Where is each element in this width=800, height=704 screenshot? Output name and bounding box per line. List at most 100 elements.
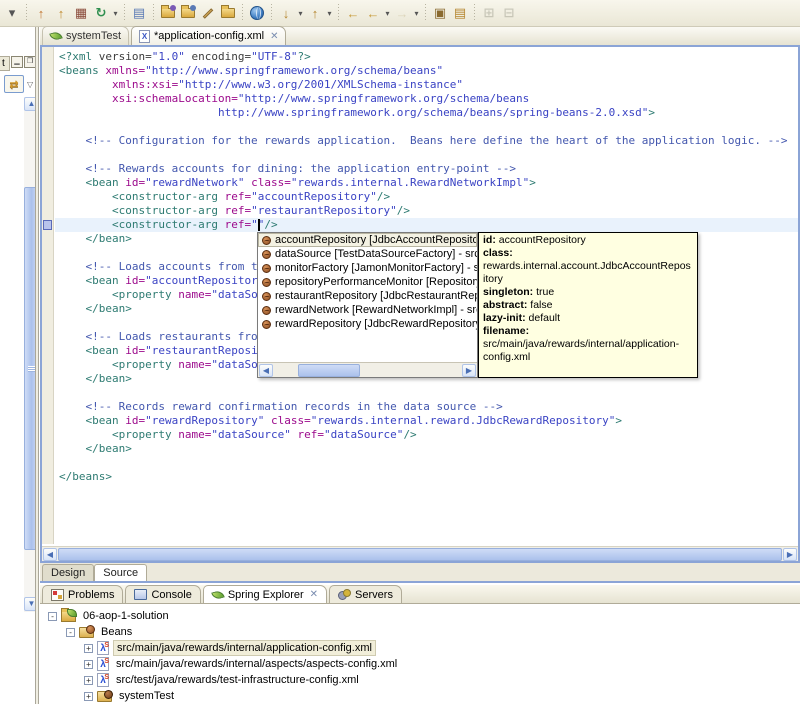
code-line[interactable]: <?xml version="1.0" encoding="UTF-8"?> xyxy=(59,50,798,64)
view-sash[interactable] xyxy=(35,27,39,704)
toolbar-overflow-chevron-icon[interactable]: ▾ xyxy=(2,3,22,23)
code-line[interactable]: <!-- Configuration for the rewards appli… xyxy=(59,134,798,148)
scroll-left-icon[interactable]: ◀ xyxy=(259,364,273,377)
tree-item-label[interactable]: 06-aop-1-solution xyxy=(80,609,172,623)
code-line[interactable] xyxy=(59,148,798,162)
edit-pencil-icon[interactable] xyxy=(198,3,218,23)
forward-dropdown-icon[interactable]: ▾ xyxy=(412,3,421,23)
toolbar-extra-1-icon[interactable]: ▣ xyxy=(430,3,450,23)
code-line[interactable] xyxy=(59,456,798,470)
sconfig-icon: λ xyxy=(97,639,109,655)
code-line[interactable]: xmlns:xsi="http://www.w3.org/2001/XMLSch… xyxy=(59,78,798,92)
new-package-icon[interactable]: ▦ xyxy=(71,3,91,23)
tree-item-label[interactable]: src/test/java/rewards/test-infrastructur… xyxy=(113,673,362,687)
code-segment: /> xyxy=(376,190,391,203)
tree-item-label[interactable]: src/main/java/rewards/internal/applicati… xyxy=(113,640,376,656)
view-tab-spring-explorer[interactable]: Spring Explorer ✕ xyxy=(202,585,328,603)
tree-item-label[interactable]: Beans xyxy=(98,625,135,639)
refresh-icon[interactable]: ↻ xyxy=(91,3,111,23)
code-line[interactable]: http://www.springframework.org/schema/be… xyxy=(59,106,798,120)
content-assist-item[interactable]: accountRepository [JdbcAccountRepository… xyxy=(258,233,477,247)
collapse-icon[interactable]: - xyxy=(48,611,57,621)
content-assist-item[interactable]: rewardNetwork [RewardNetworkImpl] - src/… xyxy=(258,303,477,317)
scroll-right-icon[interactable]: ▶ xyxy=(783,548,797,561)
tree-row[interactable]: + λ src/test/java/rewards/test-infrastruct… xyxy=(40,671,800,688)
collapse-all-icon[interactable]: ⊟ xyxy=(499,3,519,23)
tree-row[interactable]: - Beans xyxy=(40,624,800,640)
page-tab-design[interactable]: Design xyxy=(42,564,95,581)
import-folder-2-icon[interactable] xyxy=(178,3,198,23)
tree-row[interactable]: + systemTest xyxy=(40,688,800,704)
code-line[interactable]: xsi:schemaLocation="http://www.springfra… xyxy=(59,92,798,106)
view-tab-console[interactable]: Console xyxy=(125,585,201,603)
view-tab-problems[interactable]: Problems xyxy=(42,585,124,603)
forward-icon[interactable]: → xyxy=(392,3,412,23)
open-folder-icon[interactable] xyxy=(218,3,238,23)
editor-horizontal-scrollbar[interactable]: ◀ ▶ xyxy=(42,546,798,561)
page-tab-source[interactable]: Source xyxy=(94,564,148,581)
expand-icon[interactable]: + xyxy=(84,659,93,669)
tree-row[interactable]: + λ src/main/java/rewards/internal/aspects… xyxy=(40,655,800,672)
refresh-dropdown-icon[interactable]: ▾ xyxy=(111,3,120,23)
content-assist-item[interactable]: dataSource [TestDataSourceFactory] - src… xyxy=(258,247,477,261)
expand-icon[interactable]: + xyxy=(84,643,93,653)
back-dropdown-icon[interactable]: ▾ xyxy=(383,3,392,23)
view-tab-servers[interactable]: Servers xyxy=(329,585,402,603)
collapse-icon[interactable]: - xyxy=(66,627,75,637)
code-line[interactable] xyxy=(59,120,798,134)
next-annotation-icon[interactable]: ↓ xyxy=(276,3,296,23)
code-line[interactable]: <beans xmlns="http://www.springframework… xyxy=(59,64,798,78)
content-assist-item[interactable]: repositoryPerformanceMonitor [Repository… xyxy=(258,275,477,289)
editor-tab--application-config-xml[interactable]: X *application-config.xml ✕ xyxy=(131,26,287,45)
popup-hscroll-thumb[interactable] xyxy=(298,364,360,377)
link-with-editor-button[interactable]: ⇄ xyxy=(4,75,24,93)
code-line[interactable]: <bean id="rewardRepository" class="rewar… xyxy=(59,414,798,428)
code-line[interactable]: </beans> xyxy=(59,470,798,484)
editor-tab-systemtest[interactable]: systemTest xyxy=(42,26,130,45)
scroll-right-icon[interactable]: ▶ xyxy=(462,364,476,377)
previous-annotation-dropdown-icon[interactable]: ▾ xyxy=(325,3,334,23)
content-assist-item[interactable]: restaurantRepository [JdbcRestaurantRepo… xyxy=(258,289,477,303)
expand-all-icon[interactable]: ⊞ xyxy=(479,3,499,23)
last-edit-location-icon[interactable]: ← xyxy=(343,3,363,23)
code-line[interactable] xyxy=(59,386,798,400)
new-wizard-2-icon[interactable]: ↑ xyxy=(51,3,71,23)
tree-item-label[interactable]: src/main/java/rewards/internal/aspects/a… xyxy=(113,657,400,671)
expand-icon[interactable]: + xyxy=(84,691,93,701)
content-assist-popup[interactable]: accountRepository [JdbcAccountRepository… xyxy=(257,232,478,378)
scroll-left-icon[interactable]: ◀ xyxy=(43,548,57,561)
spring-explorer-tree[interactable]: -06-aop-1-solution-Beans+λsrc/main/java/… xyxy=(40,604,800,704)
tree-item-label[interactable]: systemTest xyxy=(116,689,177,703)
expand-icon[interactable]: + xyxy=(84,675,93,685)
content-assist-item[interactable]: rewardRepository [JdbcRewardRepository] … xyxy=(258,317,477,331)
view-menu-chevron-icon[interactable]: ▽ xyxy=(27,80,33,89)
tree-row[interactable]: - 06-aop-1-solution xyxy=(40,607,800,624)
code-line[interactable]: </bean> xyxy=(59,442,798,456)
show-properties-icon[interactable]: ▤ xyxy=(129,3,149,23)
minimize-view-button[interactable]: ▁ xyxy=(11,56,23,68)
editor-hscroll-thumb[interactable] xyxy=(58,548,782,561)
web-browser-icon[interactable] xyxy=(247,3,267,23)
code-line[interactable]: <bean id="rewardNetwork" class="rewards.… xyxy=(59,176,798,190)
import-folder-1-icon[interactable] xyxy=(158,3,178,23)
code-line[interactable]: <constructor-arg ref=""/> xyxy=(59,218,798,232)
new-wizard-1-icon[interactable]: ↑ xyxy=(31,3,51,23)
code-segment: "restaurantReposi xyxy=(145,344,258,357)
editor-vertical-ruler[interactable] xyxy=(42,47,54,544)
popup-horizontal-scrollbar[interactable]: ◀ ▶ xyxy=(258,362,477,377)
code-line[interactable]: <constructor-arg ref="restaurantReposito… xyxy=(59,204,798,218)
content-assist-list[interactable]: accountRepository [JdbcAccountRepository… xyxy=(258,233,477,331)
close-icon[interactable]: ✕ xyxy=(268,31,278,42)
back-icon[interactable]: ← xyxy=(363,3,383,23)
previous-annotation-icon[interactable]: ↑ xyxy=(305,3,325,23)
code-line[interactable]: <!-- Records reward confirmation records… xyxy=(59,400,798,414)
toolbar-extra-2-icon[interactable]: ▤ xyxy=(450,3,470,23)
collapsed-view-tab[interactable]: t xyxy=(0,56,10,71)
content-assist-item[interactable]: monitorFactory [JamonMonitorFactory] - s… xyxy=(258,261,477,275)
tree-row[interactable]: + λsrc/main/java/rewards/internal/applica… xyxy=(40,639,800,656)
code-line[interactable]: <!-- Rewards accounts for dining: the ap… xyxy=(59,162,798,176)
code-line[interactable]: <property name="dataSource" ref="dataSou… xyxy=(59,428,798,442)
next-annotation-dropdown-icon[interactable]: ▾ xyxy=(296,3,305,23)
close-icon[interactable]: ✕ xyxy=(308,589,318,600)
code-line[interactable]: <constructor-arg ref="accountRepository"… xyxy=(59,190,798,204)
